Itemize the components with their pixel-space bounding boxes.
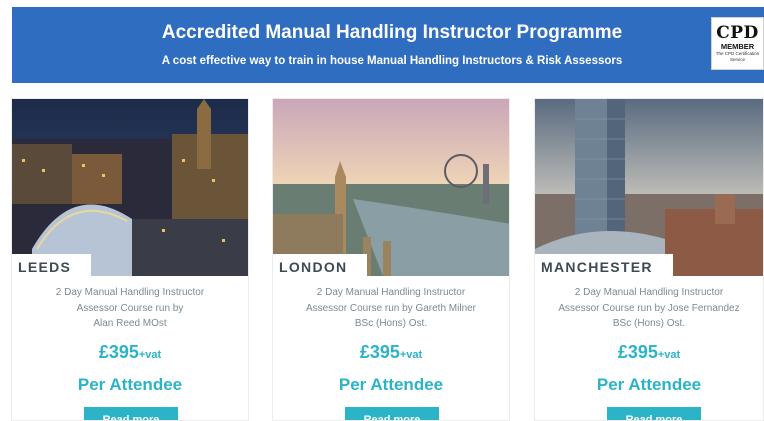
course-card-leeds: LEEDS 2 Day Manual Handling Instructor A… <box>11 98 249 421</box>
cpd-logo-text: CPD <box>716 23 759 43</box>
course-price: £395+vat <box>359 342 423 362</box>
per-attendee-label: Per Attendee <box>77 375 183 394</box>
cpd-service-text: The CPD Certification Service <box>715 51 760 62</box>
read-more-button[interactable]: Read more <box>345 407 439 420</box>
read-more-button[interactable]: Read more <box>84 407 178 420</box>
page-title: Accredited Manual Handling Instructor Pr… <box>161 22 623 43</box>
cpd-member-text: MEMBER <box>720 42 755 51</box>
per-attendee-label: Per Attendee <box>596 375 702 394</box>
page-subtitle: A cost effective way to train in house M… <box>161 55 623 67</box>
per-attendee-label: Per Attendee <box>338 375 444 394</box>
course-city-label: MANCHESTER <box>535 254 673 276</box>
course-price: £395+vat <box>98 342 162 362</box>
course-card-london: LONDON 2 Day Manual Handling Instructor … <box>272 98 510 421</box>
leeds-city-photo <box>12 99 248 276</box>
course-city-label: LONDON <box>273 254 368 276</box>
london-city-photo <box>273 99 509 276</box>
read-more-button[interactable]: Read more <box>607 407 701 420</box>
cpd-member-logo: CPD MEMBER The CPD Certification Service <box>711 17 764 70</box>
course-card-manchester: MANCHESTER 2 Day Manual Handling Instruc… <box>534 98 764 421</box>
header-banner: Accredited Manual Handling Instructor Pr… <box>12 7 764 83</box>
course-description: 2 Day Manual Handling Instructor Assesso… <box>55 287 205 329</box>
course-description: 2 Day Manual Handling Instructor Assesso… <box>558 287 740 329</box>
course-price: £395+vat <box>617 342 681 362</box>
manchester-city-photo <box>535 99 763 276</box>
course-description: 2 Day Manual Handling Instructor Assesso… <box>305 287 477 329</box>
course-city-label: LEEDS <box>12 254 92 276</box>
